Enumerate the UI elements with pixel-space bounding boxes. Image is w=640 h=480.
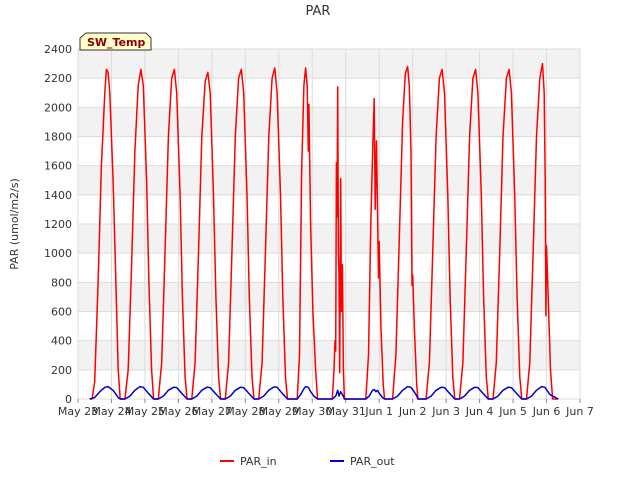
y-tick-label: 1800 [44, 131, 72, 144]
legend-label-par-in: PAR_in [240, 455, 277, 468]
x-tick-label: Jun 2 [398, 405, 427, 418]
plot-band [78, 194, 580, 224]
x-tick-label: Jun 6 [532, 405, 561, 418]
plot-band [78, 165, 580, 195]
plot-band [78, 136, 580, 166]
x-tick-label: Jun 3 [431, 405, 460, 418]
par-chart: PAR 020040060080010001200140016001800200… [8, 4, 594, 468]
legend: PAR_in PAR_out [220, 455, 395, 468]
plot-band [78, 224, 580, 254]
badge-label: SW_Temp [87, 36, 146, 49]
y-tick-label: 1200 [44, 218, 72, 231]
y-tick-label: 1400 [44, 189, 72, 202]
plot-band [78, 49, 580, 79]
plot-band [78, 311, 580, 341]
plot-band [78, 340, 580, 370]
y-tick-label: 600 [51, 306, 72, 319]
y-tick-label: 400 [51, 335, 72, 348]
plot-band [78, 282, 580, 312]
y-tick-label: 200 [51, 364, 72, 377]
x-tick-label: Jun 1 [364, 405, 393, 418]
y-tick-label: 2200 [44, 72, 72, 85]
x-tick-label: Jun 7 [565, 405, 594, 418]
chart-title: PAR [306, 4, 331, 19]
y-tick-label: 2000 [44, 101, 72, 114]
y-tick-label: 2400 [44, 43, 72, 56]
y-axis-label: PAR (umol/m2/s) [8, 178, 21, 270]
x-tick-label: Jun 5 [498, 405, 527, 418]
y-tick-label: 800 [51, 276, 72, 289]
sw-temp-badge: SW_Temp [79, 32, 152, 51]
plot-band [78, 253, 580, 283]
x-axis: May 23May 24May 25May 26May 27May 28May … [58, 399, 594, 418]
y-axis: 0200400600800100012001400160018002000220… [44, 43, 72, 406]
x-tick-label: Jun 4 [465, 405, 494, 418]
x-tick-label: May 31 [326, 405, 366, 418]
legend-label-par-out: PAR_out [350, 455, 395, 468]
y-tick-label: 1600 [44, 160, 72, 173]
y-tick-label: 1000 [44, 247, 72, 260]
